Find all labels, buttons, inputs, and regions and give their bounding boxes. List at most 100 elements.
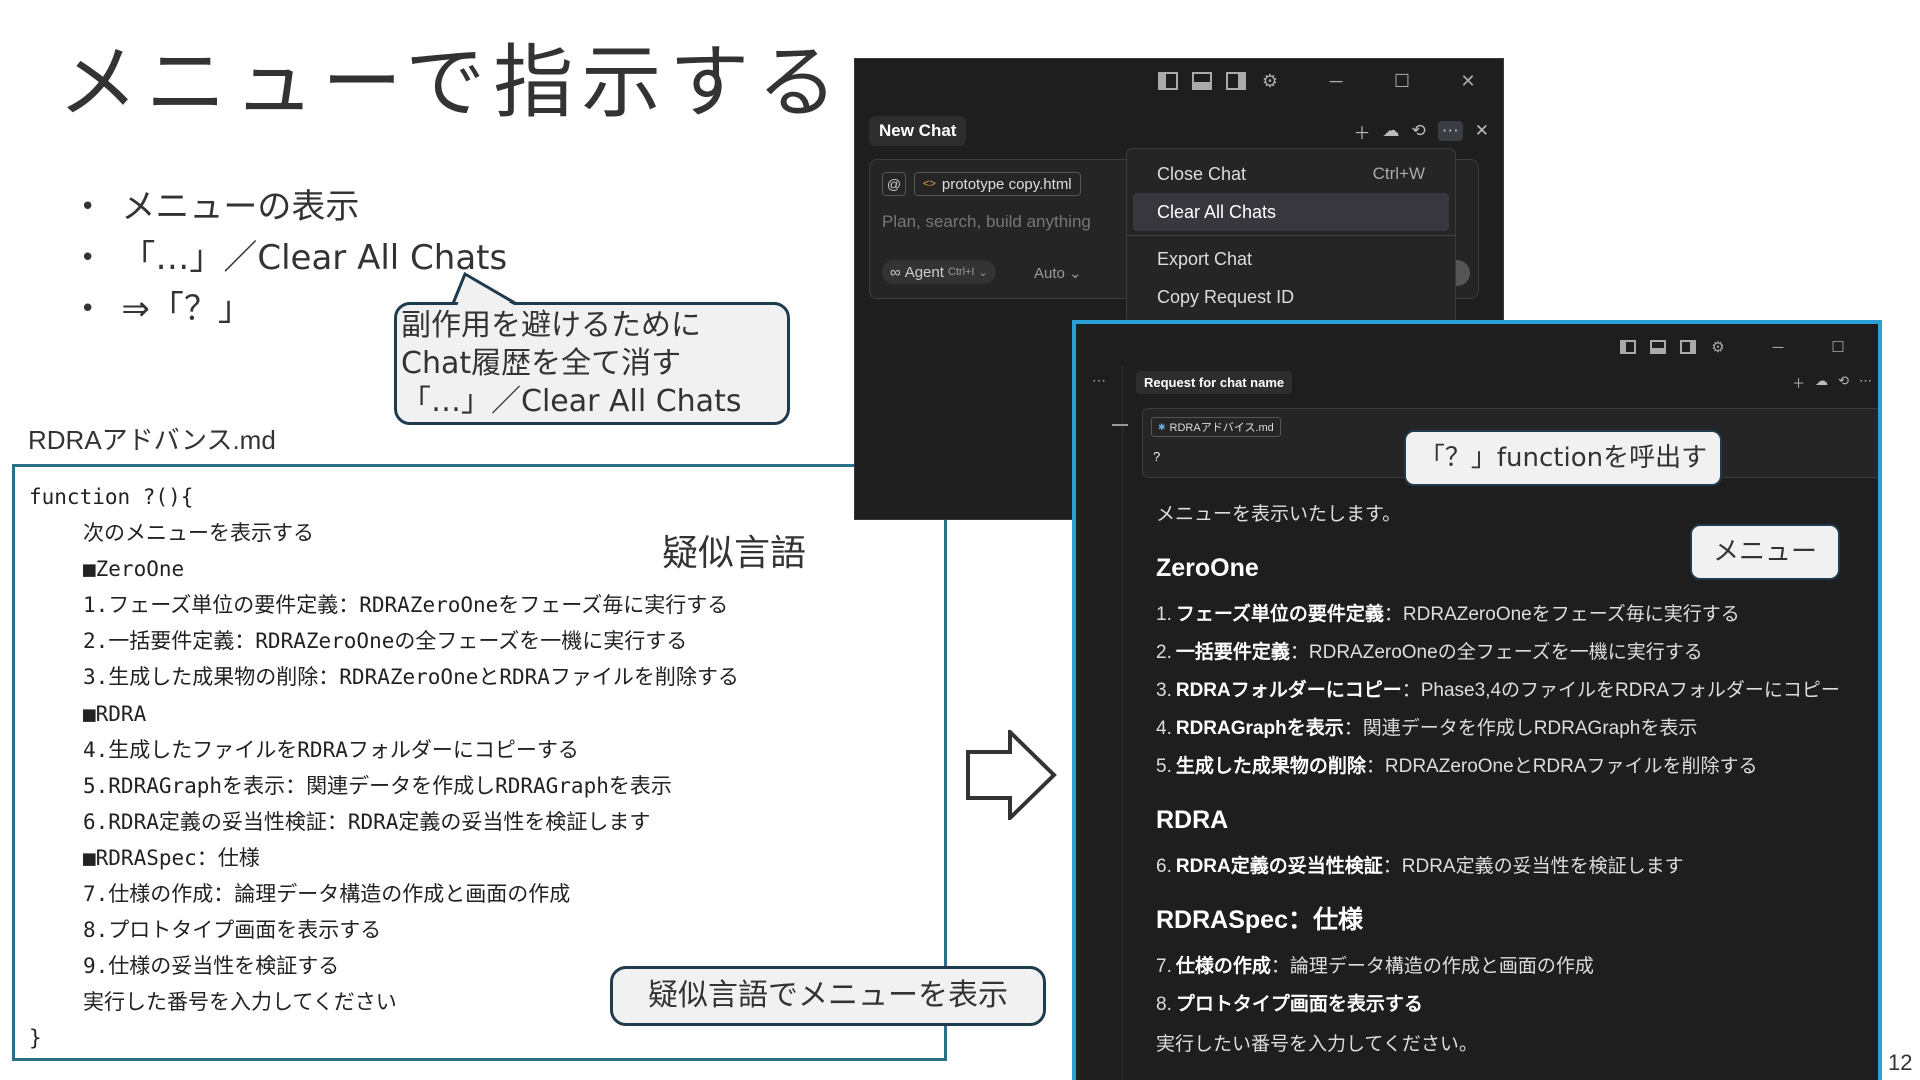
code-line: ■RDRA xyxy=(83,701,147,726)
menu-item-label: Close Chat xyxy=(1157,163,1247,184)
layout-bottom-icon[interactable] xyxy=(1191,70,1213,92)
file-label: RDRAアドバンス.md xyxy=(28,425,276,455)
more-icon[interactable]: ⋯ xyxy=(1437,121,1463,141)
code-line: 2.一括要件定義：RDRAZeroOneの全フェーズを一機に実行する xyxy=(83,629,688,654)
list-item-bold: 生成した成果物の削除 xyxy=(1175,756,1366,777)
callout-side-effect: 副作用を避けるために Chat履歴を全て消す 「…」／Clear All Cha… xyxy=(394,302,790,425)
mention-button[interactable]: @ xyxy=(882,172,906,196)
file-chip[interactable]: <> prototype copy.html xyxy=(914,172,1081,196)
code-file-icon: <> xyxy=(923,178,936,190)
close-icon[interactable]: ✕ xyxy=(1457,70,1479,92)
layout-right-icon[interactable] xyxy=(1678,337,1698,357)
slide-title: メニューで指示する xyxy=(58,36,846,129)
response-heading: RDRASpec：仕様 xyxy=(1156,906,1363,934)
minimize-icon[interactable]: ─ xyxy=(1325,70,1347,92)
bullet-item: 「…」／Clear All Chats xyxy=(80,233,507,284)
chat-input[interactable]: Plan, search, build anything xyxy=(882,212,1091,232)
chat-response: メニューを表示いたします。 ZeroOne 1. フェーズ単位の要件定義：RDRAZ… xyxy=(1156,496,1870,1064)
list-item-rest: ：RDRA定義の妥当性を検証します xyxy=(1382,856,1684,877)
list-item-num: 4. xyxy=(1156,718,1172,739)
maximize-icon[interactable]: ☐ xyxy=(1828,337,1848,357)
list-item-num: 7. xyxy=(1156,956,1172,977)
collapse-handle[interactable] xyxy=(1112,424,1128,426)
list-item-num: 5. xyxy=(1156,756,1172,777)
infinity-icon: ∞ xyxy=(890,263,901,281)
close-icon[interactable]: ✕ xyxy=(1475,121,1489,141)
layout-bottom-icon[interactable] xyxy=(1648,337,1668,357)
list-item-bold: RDRA定義の妥当性検証 xyxy=(1175,856,1383,877)
menu-item-copy-request-id[interactable]: Copy Request ID xyxy=(1127,278,1455,316)
cloud-icon[interactable]: ☁ xyxy=(1815,373,1828,392)
chat-tab[interactable]: New Chat xyxy=(869,116,967,146)
menu-item-shortcut: Ctrl+W xyxy=(1372,164,1425,183)
response-list-item: 4. RDRAGraphを表示：関連データを作成しRDRAGraphを表示 xyxy=(1156,710,1870,748)
callout-line: Chat履歴を全て消す xyxy=(401,346,682,381)
response-outro: 実行したい番号を入力してください。 xyxy=(1156,1034,1478,1055)
minimize-icon[interactable]: ─ xyxy=(1768,337,1788,357)
code-line: 3.生成した成果物の削除：RDRAZeroOneとRDRAファイルを削除する xyxy=(83,665,739,690)
code-line: 8.プロトタイプ画面を表示する xyxy=(83,918,382,943)
history-icon[interactable]: ⟲ xyxy=(1838,373,1849,392)
code-line: ■RDRASpec：仕様 xyxy=(83,845,260,870)
code-line: 5.RDRAGraphを表示：関連データを作成しRDRAGraphを表示 xyxy=(83,773,672,798)
menu-item-label: Export Chat xyxy=(1157,248,1253,269)
list-item-rest: ：論理データ構造の作成と画面の作成 xyxy=(1270,956,1594,977)
response-list-item: 3. RDRAフォルダーにコピー：Phase3,4のファイルをRDRAフォルダーに… xyxy=(1156,672,1870,710)
menu-item-export-chat[interactable]: Export Chat xyxy=(1127,240,1455,278)
markdown-file-icon: ✱ xyxy=(1158,421,1166,432)
model-select[interactable]: Auto ⌄ xyxy=(1034,264,1082,282)
response-heading: RDRA xyxy=(1156,806,1229,834)
agent-mode-button[interactable]: ∞ Agent Ctrl+I ⌄ xyxy=(882,260,996,284)
callout-menu: メニュー xyxy=(1690,524,1840,580)
title-bar: ⚙ ─ ☐ xyxy=(1076,328,1878,366)
sidebar-more-icon[interactable]: ⋯ xyxy=(1092,372,1106,389)
list-item-bold: 一括要件定義 xyxy=(1175,642,1290,663)
maximize-icon[interactable]: ☐ xyxy=(1391,70,1413,92)
plus-icon[interactable]: ＋ xyxy=(1792,373,1805,392)
list-item-rest: ：RDRAZeroOneの全フェーズを一機に実行する xyxy=(1289,642,1703,663)
response-list-item: 1. フェーズ単位の要件定義：RDRAZeroOneをフェーズ毎に実行する xyxy=(1156,596,1870,634)
gear-icon[interactable]: ⚙ xyxy=(1259,70,1281,92)
callout-text: 疑似言語でメニューを表示 xyxy=(648,978,1008,1013)
plus-icon[interactable]: ＋ xyxy=(1354,119,1371,144)
gear-icon[interactable]: ⚙ xyxy=(1708,337,1728,357)
context-menu: Close Chat Ctrl+W Clear All Chats Export… xyxy=(1126,148,1456,324)
file-chip-label: RDRAアドバイス.md xyxy=(1169,422,1274,434)
chat-tab[interactable]: Request for chat name xyxy=(1136,370,1293,394)
layout-right-icon[interactable] xyxy=(1225,70,1247,92)
agent-shortcut: Ctrl+I xyxy=(947,266,975,278)
chat-header: New Chat ＋ ☁ ⟲ ⋯ ✕ xyxy=(869,115,1489,147)
more-icon[interactable]: ⋯ xyxy=(1859,373,1872,392)
list-item-rest: ：Phase3,4のファイルをRDRAフォルダーにコピー xyxy=(1401,680,1840,701)
menu-item-label: Copy Request ID xyxy=(1157,286,1295,307)
callout-call-function: 「？」functionを呼出す xyxy=(1404,430,1722,486)
list-item-num: 2. xyxy=(1156,642,1172,663)
layout-left-icon[interactable] xyxy=(1157,70,1179,92)
title-bar: ⚙ ─ ☐ ✕ xyxy=(855,59,1503,103)
response-list-item: 2. 一括要件定義：RDRAZeroOneの全フェーズを一機に実行する xyxy=(1156,634,1870,672)
history-icon[interactable]: ⟲ xyxy=(1412,121,1426,141)
list-item-num: 3. xyxy=(1156,680,1172,701)
list-item-rest: ：RDRAZeroOneをフェーズ毎に実行する xyxy=(1383,604,1740,625)
callout-text: メニュー xyxy=(1712,537,1817,567)
menu-item-close-chat[interactable]: Close Chat Ctrl+W xyxy=(1127,155,1455,193)
chat-actions: ＋ ☁ ⟲ ⋯ xyxy=(1792,373,1872,392)
callout-line: 「…」／Clear All Chats xyxy=(401,384,742,419)
cloud-icon[interactable]: ☁ xyxy=(1383,121,1400,141)
callout-pseudo-menu: 疑似言語でメニューを表示 xyxy=(610,966,1046,1026)
right-arrow-icon xyxy=(966,730,1057,820)
agent-label: Agent xyxy=(904,263,944,281)
list-item-bold: フェーズ単位の要件定義 xyxy=(1175,604,1384,625)
layout-left-icon[interactable] xyxy=(1618,337,1638,357)
file-chip[interactable]: ✱ RDRAアドバイス.md xyxy=(1151,417,1281,437)
list-item-num: 1. xyxy=(1156,604,1172,625)
chat-query-text: ? xyxy=(1153,449,1161,464)
list-item-rest: ：RDRAZeroOneとRDRAファイルを削除する xyxy=(1365,756,1758,777)
callout-text: 「？」functionを呼出す xyxy=(1418,443,1708,473)
code-line: 7.仕様の作成：論理データ構造の作成と画面の作成 xyxy=(83,882,571,907)
menu-item-clear-all-chats[interactable]: Clear All Chats xyxy=(1133,193,1449,231)
list-item-bold: RDRAGraphを表示 xyxy=(1175,718,1344,739)
chat-actions: ＋ ☁ ⟲ ⋯ ✕ xyxy=(1354,119,1489,144)
response-list-item: 6. RDRA定義の妥当性検証：RDRA定義の妥当性を検証します xyxy=(1156,848,1870,886)
bullet-item: メニューの表示 xyxy=(80,182,507,233)
